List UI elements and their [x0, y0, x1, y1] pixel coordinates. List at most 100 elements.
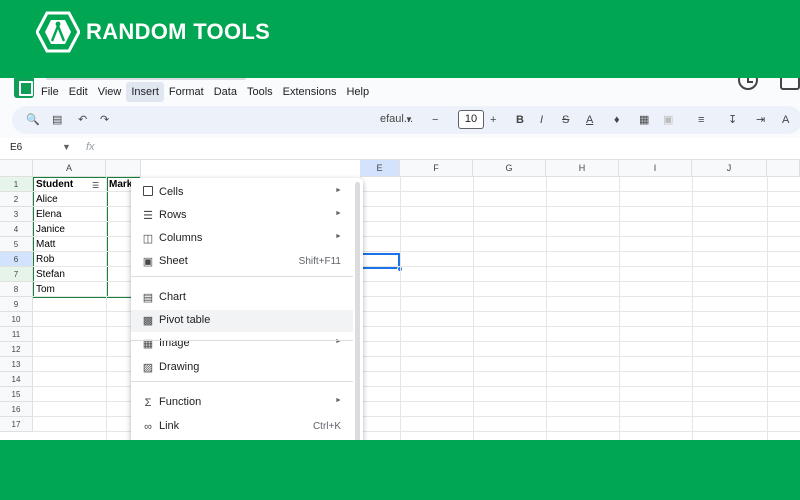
bold-icon[interactable]: B	[516, 113, 524, 127]
submenu-arrow-icon: ►	[335, 233, 342, 240]
submenu-arrow-icon: ►	[335, 187, 342, 194]
strikethrough-icon[interactable]: S	[562, 113, 569, 127]
sigma-icon: Σ	[144, 397, 152, 409]
menu-extensions[interactable]: Extensions	[278, 82, 342, 102]
drawing-icon: ▨	[142, 362, 154, 374]
chevron-down-icon[interactable]: ▼	[405, 113, 413, 127]
increase-font-size-icon[interactable]: +	[490, 113, 496, 127]
row-header[interactable]: 17	[0, 417, 33, 432]
row-header[interactable]: 4	[0, 222, 33, 237]
column-gridline	[767, 177, 768, 440]
menu-separator	[131, 340, 353, 341]
column-header-i[interactable]: I	[619, 160, 692, 177]
chevron-down-icon[interactable]: ▼	[62, 142, 71, 152]
align-horizontal-icon[interactable]: ≡	[698, 113, 704, 127]
menu-insert[interactable]: Insert	[126, 82, 164, 102]
chart-icon: ▤	[142, 292, 154, 304]
column-gridline	[619, 177, 620, 440]
menu-item-label: Pivot table	[159, 314, 211, 326]
menu-item-shortcut: Ctrl+K	[312, 421, 341, 432]
spreadsheet-grid[interactable]: A E F G H I J Student Mark ☰ Alice Elena…	[0, 160, 800, 440]
row-header[interactable]: 3	[0, 207, 33, 222]
name-box[interactable]: E6	[10, 142, 22, 153]
menu-item-function[interactable]: Σ Function ►	[131, 392, 353, 414]
menu-separator	[131, 276, 353, 277]
menu-item-link[interactable]: ∞ Link Ctrl+K	[131, 416, 353, 438]
history-icon[interactable]	[738, 78, 758, 90]
menu-edit[interactable]: Edit	[64, 82, 93, 102]
menu-tools[interactable]: Tools	[242, 82, 278, 102]
row-header[interactable]: 2	[0, 192, 33, 207]
table-divider	[107, 177, 108, 298]
document-title[interactable]	[46, 78, 246, 80]
select-all-corner[interactable]	[0, 160, 33, 177]
column-header-e[interactable]: E	[360, 160, 400, 177]
pivot-table-icon: ▩	[142, 315, 154, 327]
columns-icon: ◫	[142, 233, 154, 245]
sheet-icon: ▣	[142, 256, 154, 268]
row-header[interactable]: 15	[0, 387, 33, 402]
row-header[interactable]: 10	[0, 312, 33, 327]
column-header-b[interactable]	[106, 160, 141, 177]
column-gridline	[546, 177, 547, 440]
menu-separator	[131, 381, 353, 382]
column-gridline	[106, 177, 107, 440]
column-header-a[interactable]: A	[33, 160, 106, 177]
menu-data[interactable]: Data	[209, 82, 242, 102]
insert-menu: Cells ► ☰ Rows ► ◫ Columns ► ▣ Sheet Shift+F11 ▤ Cha…	[131, 178, 363, 440]
row-header[interactable]: 16	[0, 402, 33, 417]
row-header[interactable]: 8	[0, 282, 33, 297]
menu-item-sheet[interactable]: ▣ Sheet Shift+F11	[131, 251, 353, 273]
column-header-j[interactable]: J	[692, 160, 767, 177]
menu-item-label: Function	[159, 396, 202, 408]
redo-icon[interactable]: ↷	[100, 113, 109, 127]
menu-help[interactable]: Help	[341, 82, 374, 102]
italic-icon[interactable]: I	[540, 113, 543, 127]
sheets-logo-icon[interactable]	[14, 78, 34, 98]
menu-item-label: Link	[159, 420, 180, 432]
text-color-icon[interactable]: A	[586, 113, 593, 127]
text-wrapping-icon[interactable]: ⇥	[756, 113, 765, 127]
print-icon[interactable]: ▤	[52, 113, 62, 127]
column-header-h[interactable]: H	[546, 160, 619, 177]
comment-icon[interactable]	[780, 78, 800, 90]
text-rotation-icon[interactable]: A	[782, 113, 789, 127]
row-header[interactable]: 1	[0, 177, 33, 192]
font-size-input[interactable]: 10	[458, 110, 484, 129]
merge-cells-icon[interactable]: ▣	[663, 113, 673, 127]
row-header[interactable]: 9	[0, 297, 33, 312]
column-gridline	[473, 177, 474, 440]
menu-item-rows[interactable]: ☰ Rows ►	[131, 205, 353, 227]
bottom-band	[0, 440, 800, 500]
menu-item-pivot-table[interactable]: ▩ Pivot table	[131, 310, 353, 332]
menu-item-chart[interactable]: ▤ Chart	[131, 287, 353, 309]
row-header[interactable]: 11	[0, 327, 33, 342]
column-header-f[interactable]: F	[400, 160, 473, 177]
align-vertical-icon[interactable]: ↧	[728, 113, 737, 127]
menu-scrollbar[interactable]	[355, 182, 360, 440]
row-header[interactable]: 5	[0, 237, 33, 252]
banner: RANDOM TOOLS	[0, 0, 800, 78]
decrease-font-size-icon[interactable]: −	[432, 113, 438, 127]
borders-icon[interactable]: ▦	[639, 113, 649, 127]
menu-format[interactable]: Format	[164, 82, 209, 102]
menu-item-drawing[interactable]: ▨ Drawing	[131, 357, 353, 379]
menu-item-image[interactable]: ▦ Image ►	[131, 333, 353, 355]
brand-name: RANDOM TOOLS	[86, 19, 271, 44]
column-header-k[interactable]	[767, 160, 800, 177]
row-header[interactable]: 7	[0, 267, 33, 282]
undo-icon[interactable]: ↶	[78, 113, 87, 127]
menu-item-label: Chart	[159, 291, 186, 303]
column-header-g[interactable]: G	[473, 160, 546, 177]
column-gridline	[400, 177, 401, 440]
row-header[interactable]: 14	[0, 372, 33, 387]
row-header[interactable]: 6	[0, 252, 33, 267]
row-header[interactable]: 13	[0, 357, 33, 372]
menu-item-columns[interactable]: ◫ Columns ►	[131, 228, 353, 250]
fill-color-icon[interactable]: ♦	[614, 113, 620, 127]
menu-view[interactable]: View	[93, 82, 127, 102]
menu-file[interactable]: File	[36, 82, 64, 102]
menu-item-cells[interactable]: Cells ►	[131, 182, 353, 204]
row-header[interactable]: 12	[0, 342, 33, 357]
search-icon[interactable]: 🔍	[26, 113, 40, 127]
